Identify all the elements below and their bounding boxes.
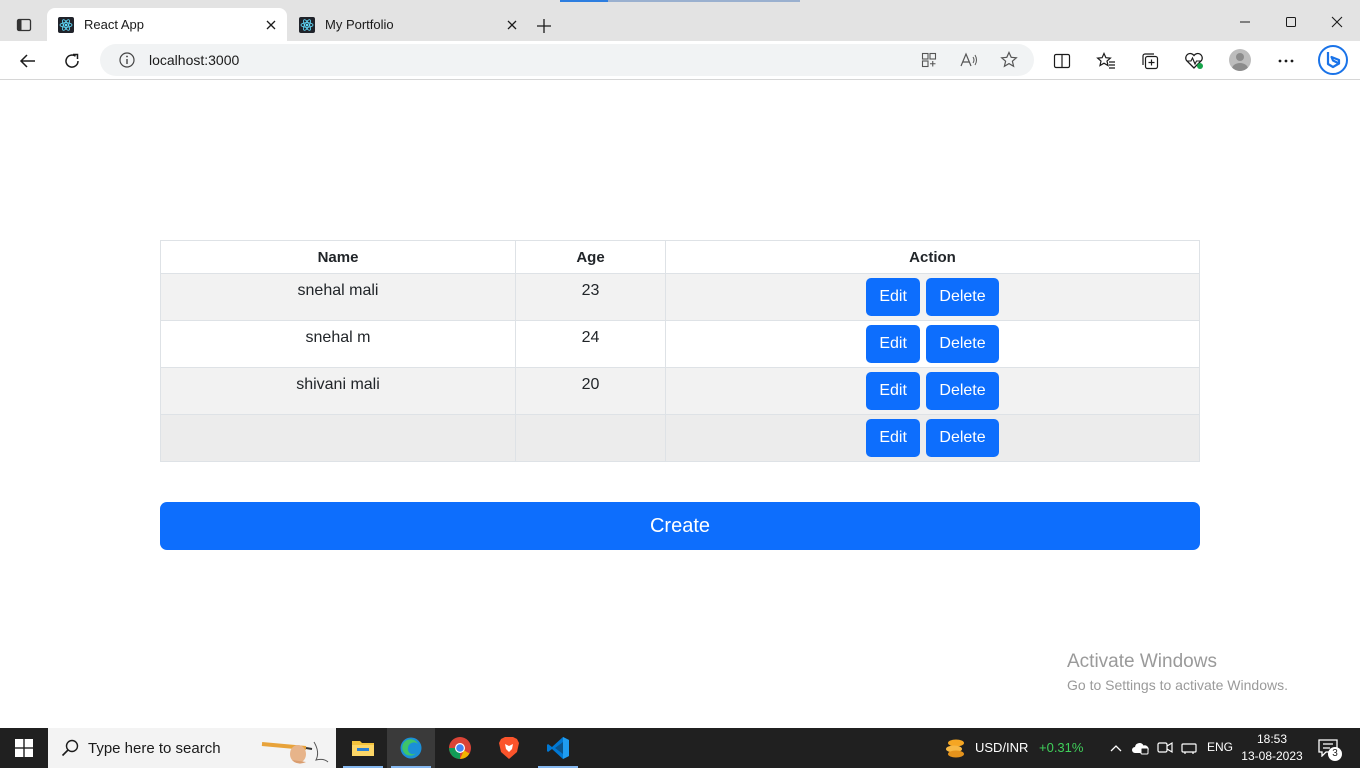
cell-name: snehal mali <box>160 273 516 321</box>
users-table: Name Age Action snehal mali 23 Edit Dele… <box>160 240 1200 462</box>
ticker-label[interactable]: USD/INR <box>975 740 1028 755</box>
cell-age: 20 <box>515 367 666 415</box>
table-row: shivani mali 20 Edit Delete <box>160 367 1200 415</box>
tab-actions-icon[interactable] <box>12 13 36 37</box>
table-header-row: Name Age Action <box>160 240 1200 274</box>
chrome-taskbar-icon[interactable] <box>436 728 484 768</box>
refresh-icon[interactable] <box>60 49 84 73</box>
close-tab-icon[interactable] <box>261 15 281 35</box>
read-aloud-icon[interactable] <box>958 49 980 71</box>
notification-center-icon[interactable]: 3 <box>1316 737 1342 761</box>
onedrive-icon[interactable] <box>1131 739 1149 757</box>
watermark-subtitle: Go to Settings to activate Windows. <box>1067 677 1288 693</box>
network-icon[interactable] <box>1180 739 1198 757</box>
tab-my-portfolio[interactable]: My Portfolio <box>288 8 528 41</box>
ticker-change: +0.31% <box>1039 740 1084 755</box>
column-header-name: Name <box>160 240 516 274</box>
browser-toolbar: localhost:3000 <box>0 41 1360 80</box>
cell-age: 23 <box>515 273 666 321</box>
browser-tab-strip: React App My Portfolio <box>0 0 1360 41</box>
profile-avatar[interactable] <box>1229 49 1251 71</box>
cell-action: Edit Delete <box>665 367 1200 415</box>
favorite-star-icon[interactable] <box>998 49 1020 71</box>
more-options-icon[interactable] <box>1274 49 1298 73</box>
page-content: Name Age Action snehal mali 23 Edit Dele… <box>0 80 1360 728</box>
watermark-title: Activate Windows <box>1067 651 1217 672</box>
brave-taskbar-icon[interactable] <box>485 728 533 768</box>
table-row: Edit Delete <box>160 414 1200 462</box>
cell-age: 24 <box>515 320 666 368</box>
cell-action: Edit Delete <box>665 320 1200 368</box>
tab-react-app[interactable]: React App <box>47 8 287 41</box>
tab-loading-accent <box>560 0 608 2</box>
react-logo-icon <box>58 16 74 33</box>
edge-taskbar-icon[interactable] <box>387 728 435 768</box>
meet-now-icon[interactable] <box>1156 739 1174 757</box>
clock-time: 18:53 <box>1256 732 1288 746</box>
react-logo-icon <box>299 16 315 33</box>
create-button[interactable]: Create <box>160 502 1200 550</box>
delete-button[interactable]: Delete <box>926 278 999 316</box>
search-placeholder: Type here to search <box>88 739 221 757</box>
table-row: snehal m 24 Edit Delete <box>160 320 1200 368</box>
maximize-icon[interactable] <box>1279 10 1303 34</box>
cell-name <box>160 414 516 462</box>
taskbar-search-box[interactable]: Type here to search <box>48 728 336 768</box>
edit-button[interactable]: Edit <box>866 372 920 410</box>
apps-install-icon[interactable] <box>918 49 940 71</box>
clock-date: 13-08-2023 <box>1241 749 1303 763</box>
table-row: snehal mali 23 Edit Delete <box>160 273 1200 321</box>
close-window-icon[interactable] <box>1325 10 1349 34</box>
windows-taskbar: Type here to search USD/INR +0.31% ENG 1… <box>0 728 1360 768</box>
file-explorer-taskbar-icon[interactable] <box>339 728 387 768</box>
chevron-up-icon[interactable] <box>1107 739 1125 757</box>
new-tab-icon[interactable] <box>532 14 556 38</box>
cell-age <box>515 414 666 462</box>
bing-copilot-icon[interactable] <box>1317 44 1349 76</box>
address-bar[interactable]: localhost:3000 <box>100 44 1034 76</box>
split-screen-icon[interactable] <box>1050 49 1074 73</box>
browser-essentials-icon[interactable] <box>1182 49 1206 73</box>
vscode-taskbar-icon[interactable] <box>534 728 582 768</box>
site-info-icon[interactable] <box>118 51 136 69</box>
close-tab-icon[interactable] <box>502 15 522 35</box>
tab-title: My Portfolio <box>325 17 394 32</box>
column-header-age: Age <box>515 240 666 274</box>
collections-icon[interactable] <box>1138 49 1162 73</box>
minimize-icon[interactable] <box>1233 10 1257 34</box>
tab-title: React App <box>84 17 144 32</box>
back-icon[interactable] <box>16 49 40 73</box>
delete-button[interactable]: Delete <box>926 372 999 410</box>
tab-loading-accent-secondary <box>608 0 800 2</box>
search-icon <box>60 738 80 758</box>
notification-count-badge: 3 <box>1328 747 1342 761</box>
cell-name: shivani mali <box>160 367 516 415</box>
favorites-icon[interactable] <box>1094 49 1118 73</box>
language-indicator[interactable]: ENG <box>1207 740 1233 754</box>
url-text: localhost:3000 <box>149 52 240 68</box>
delete-button[interactable]: Delete <box>926 325 999 363</box>
edit-button[interactable]: Edit <box>866 325 920 363</box>
system-clock[interactable]: 18:53 13-08-2023 <box>1240 731 1304 765</box>
edit-button[interactable]: Edit <box>866 278 920 316</box>
windows-start-icon[interactable] <box>0 728 48 768</box>
edit-button[interactable]: Edit <box>866 419 920 457</box>
column-header-action: Action <box>665 240 1200 274</box>
activate-windows-watermark: Activate Windows Go to Settings to activ… <box>1067 651 1288 693</box>
delete-button[interactable]: Delete <box>926 419 999 457</box>
cell-action: Edit Delete <box>665 414 1200 462</box>
cell-name: snehal m <box>160 320 516 368</box>
search-highlight-pencil-icon <box>258 732 332 770</box>
cell-action: Edit Delete <box>665 273 1200 321</box>
currency-ticker-icon[interactable] <box>944 737 966 759</box>
